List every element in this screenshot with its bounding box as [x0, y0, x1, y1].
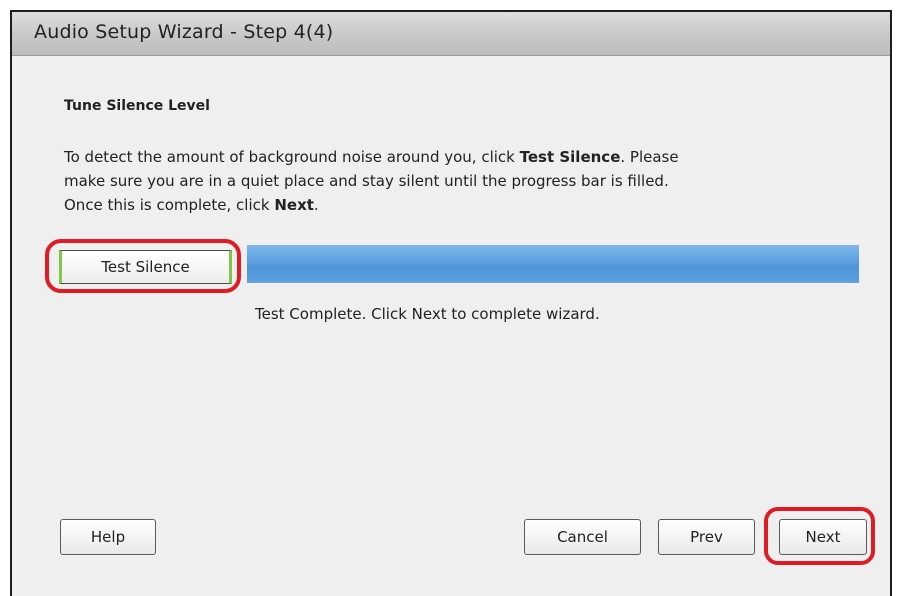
description-text: make sure you are in a quiet place and s… [64, 172, 669, 190]
description-text: Once this is complete, click [64, 196, 275, 214]
description-line-2: make sure you are in a quiet place and s… [64, 169, 844, 193]
test-silence-button[interactable]: Test Silence [59, 250, 232, 284]
cancel-button[interactable]: Cancel [524, 519, 641, 555]
wizard-dialog: Audio Setup Wizard - Step 4(4) Tune Sile… [10, 10, 892, 596]
progress-fill [247, 246, 859, 282]
description-emphasis-test-silence: Test Silence [519, 148, 621, 166]
help-button[interactable]: Help [60, 519, 156, 555]
status-message: Test Complete. Click Next to complete wi… [255, 305, 600, 323]
description-text: . [313, 196, 319, 214]
description-emphasis-next: Next [274, 196, 314, 214]
step-description: To detect the amount of background noise… [64, 145, 844, 217]
wizard-content: Tune Silence Level To detect the amount … [12, 56, 890, 596]
description-text: . Please [620, 148, 679, 166]
description-text: To detect the amount of background noise… [64, 148, 520, 166]
prev-button[interactable]: Prev [658, 519, 755, 555]
description-line-1: To detect the amount of background noise… [64, 145, 844, 169]
next-button[interactable]: Next [779, 519, 867, 555]
description-line-3: Once this is complete, click Next. [64, 193, 844, 217]
step-heading: Tune Silence Level [64, 98, 210, 114]
window-title: Audio Setup Wizard - Step 4(4) [34, 21, 334, 43]
title-bar[interactable]: Audio Setup Wizard - Step 4(4) [12, 12, 890, 56]
silence-progress-bar [247, 245, 859, 283]
